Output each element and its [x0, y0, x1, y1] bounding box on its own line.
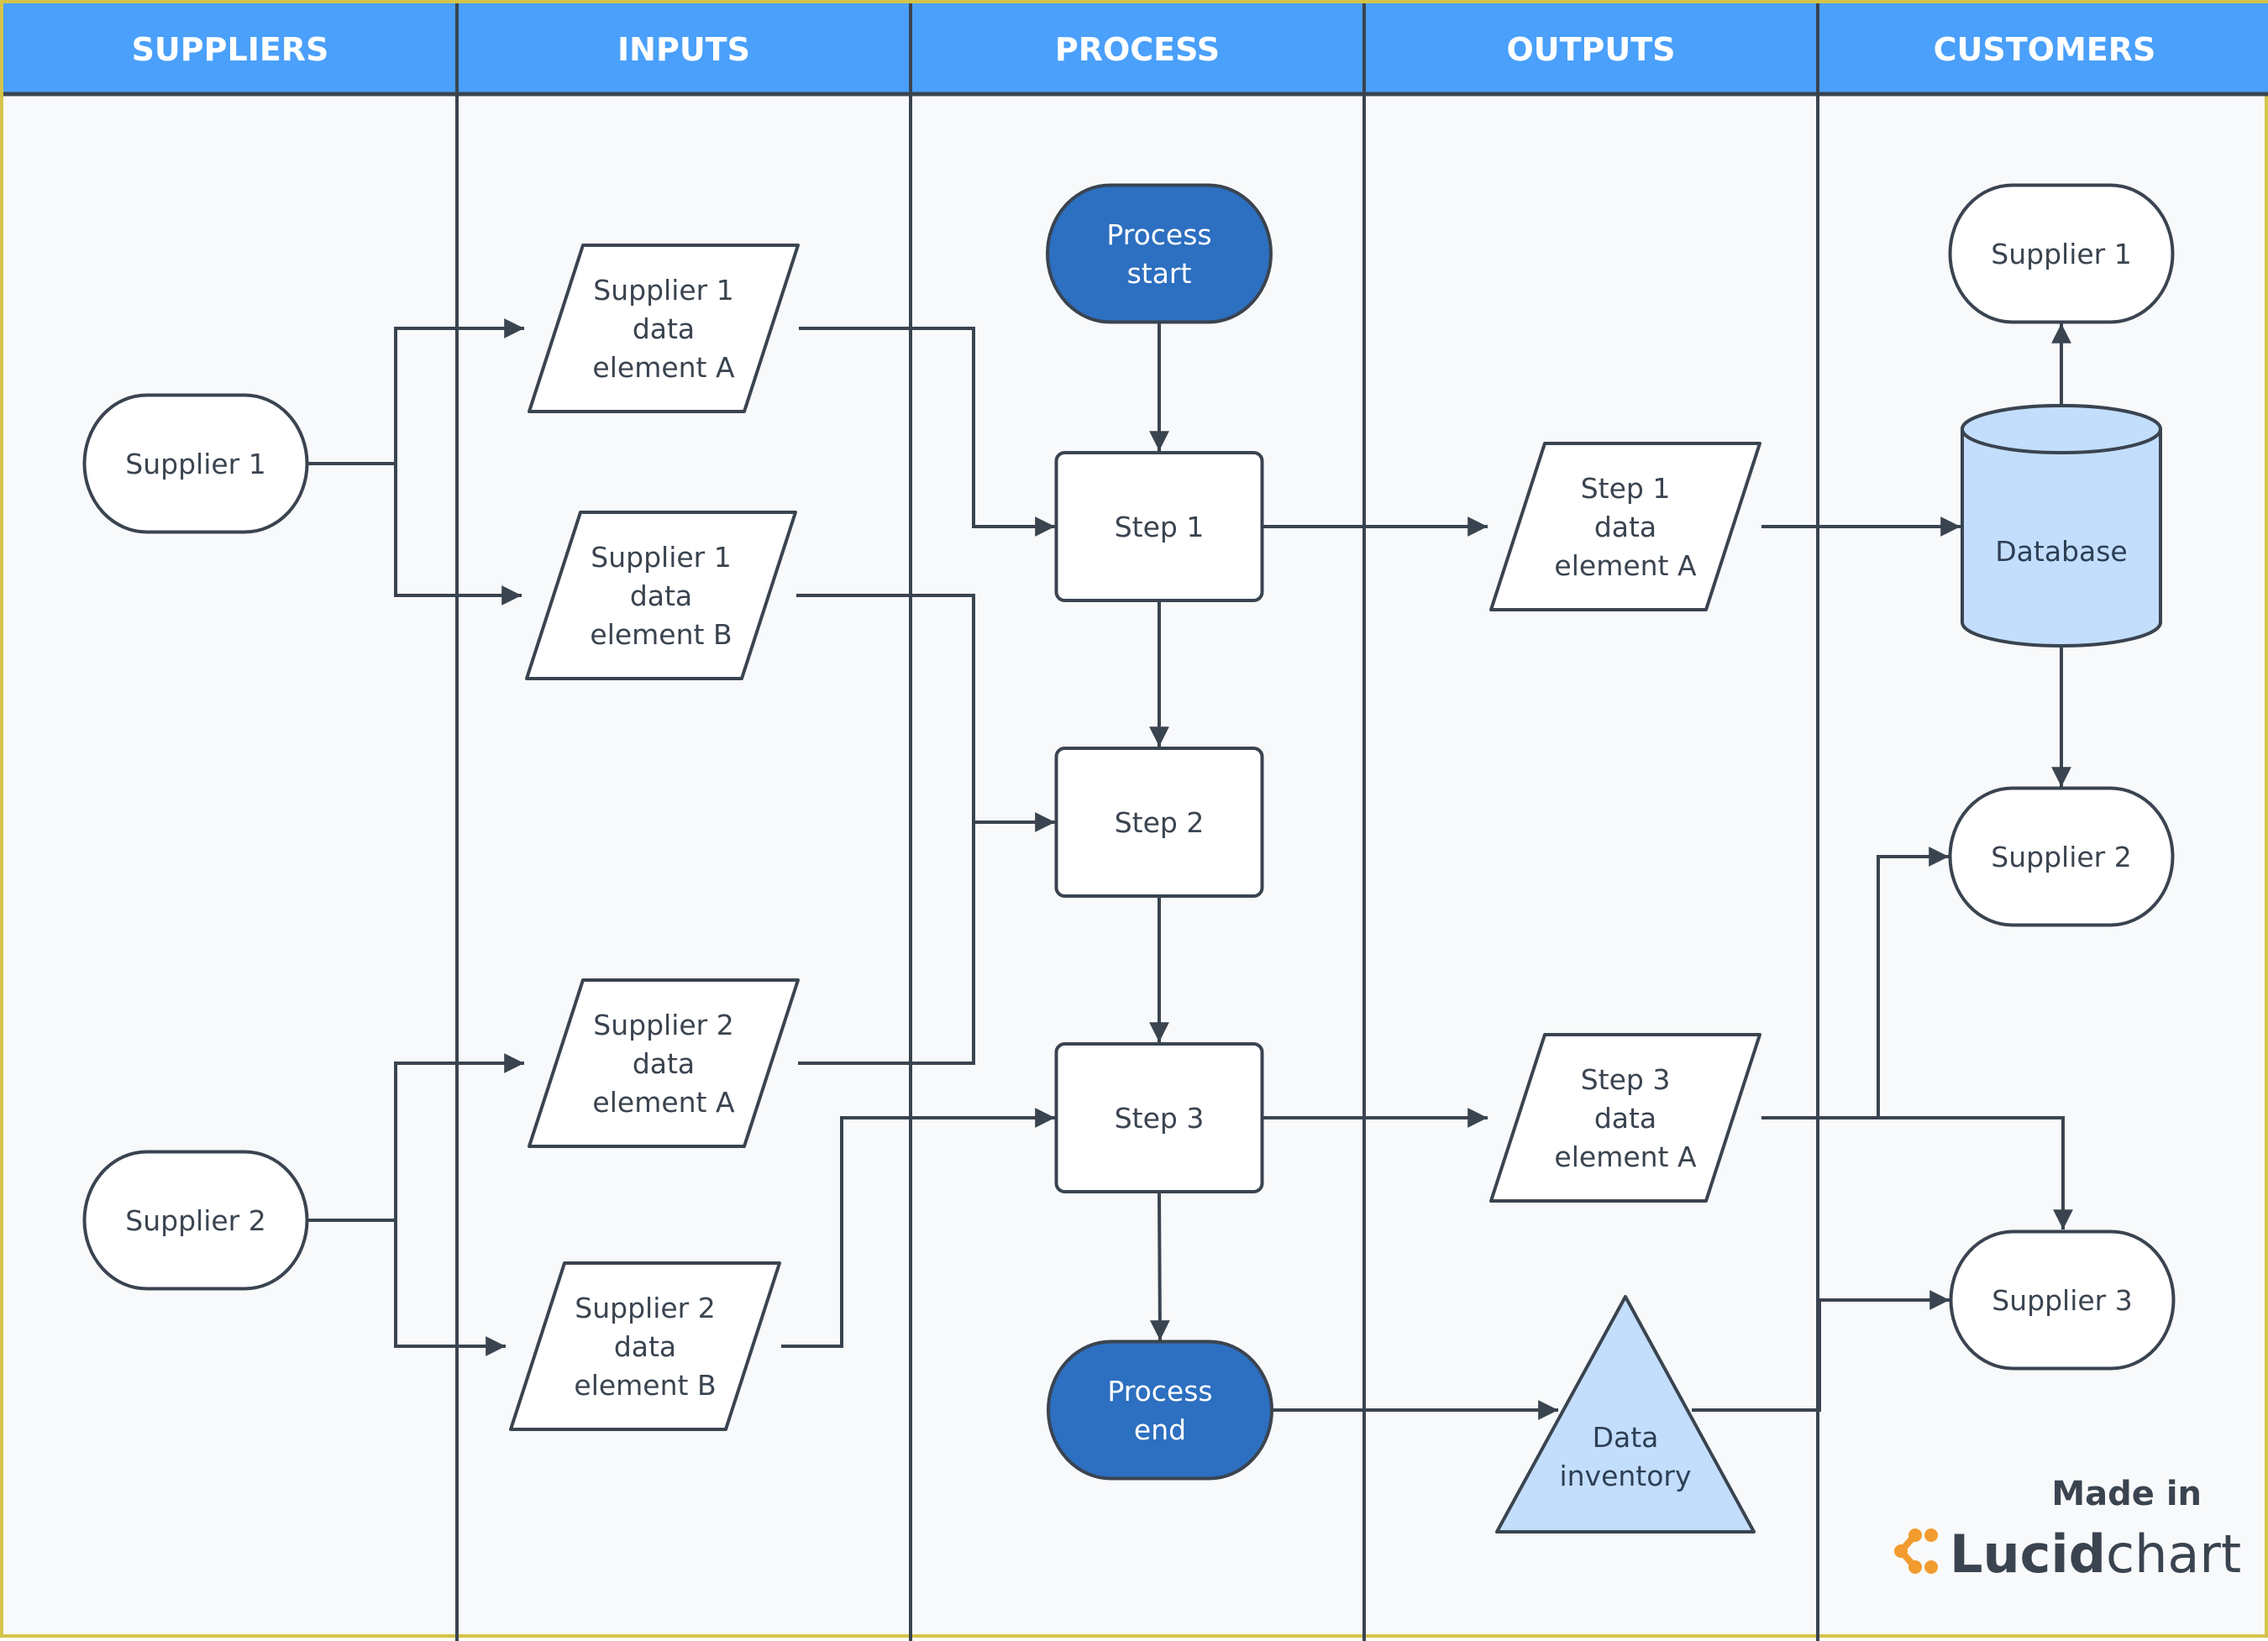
inventory-triangle-shape — [1495, 1295, 1756, 1534]
node-label: Step 1 — [1115, 511, 1205, 543]
node-cust3[interactable]: Supplier 3 — [1949, 1229, 2176, 1371]
node-step1[interactable]: Step 1 — [1054, 451, 1264, 602]
connector-arrow — [799, 327, 1056, 537]
node-pstart[interactable]: Process start — [1046, 183, 1273, 324]
node-label: inventory — [1559, 1460, 1691, 1492]
node-label: Process — [1107, 1375, 1212, 1408]
made-in-label: Made in — [2051, 1475, 2202, 1513]
connector-arrow — [1878, 1116, 2073, 1230]
node-label: Data — [1593, 1421, 1659, 1454]
cylinder-top — [1961, 404, 2162, 454]
node-label: element A — [592, 1086, 735, 1119]
connector-arrow — [798, 822, 975, 1065]
node-label: element A — [1554, 549, 1697, 582]
node-in2a[interactable]: Supplier 2 data element A — [528, 978, 800, 1148]
node-sup1[interactable]: Supplier 1 — [82, 393, 309, 534]
node-label: Supplier 2 — [1991, 841, 2131, 873]
node-label: Supplier 2 — [593, 1009, 733, 1041]
node-in1b[interactable]: Supplier 1 data element B — [525, 511, 797, 680]
connector-arrow — [307, 1053, 525, 1222]
node-label: element A — [592, 351, 735, 384]
node-in1a[interactable]: Supplier 1 data element A — [528, 244, 800, 413]
connector-arrow — [796, 594, 1056, 832]
lucidchart-branding: Made in Lucidchart — [1894, 1475, 2241, 1585]
lane-header-suppliers: SUPPLIERS — [132, 31, 329, 68]
node-step3[interactable]: Step 3 — [1054, 1042, 1264, 1193]
node-label: Supplier 3 — [1992, 1284, 2132, 1317]
node-label: Database — [1995, 535, 2127, 568]
node-label: Supplier 1 — [591, 541, 731, 574]
node-cust1[interactable]: Supplier 1 — [1948, 183, 2175, 324]
lane-header-customers: CUSTOMERS — [1934, 31, 2156, 68]
terminal-shape — [1047, 1340, 1273, 1481]
node-in2b[interactable]: Supplier 2 data element B — [509, 1261, 781, 1431]
node-inventory[interactable]: Data inventory — [1495, 1295, 1756, 1534]
connector-arrow — [307, 318, 525, 465]
node-out1[interactable]: Step 1 data element A — [1489, 442, 1761, 611]
node-label: data — [633, 312, 695, 345]
node-label: Step 3 — [1581, 1063, 1671, 1096]
node-label: Step 3 — [1115, 1102, 1205, 1135]
connector-arrow — [1692, 1290, 1950, 1412]
lane-header-process: PROCESS — [1055, 31, 1220, 68]
lucidchart-logo-icon — [1894, 1528, 1938, 1574]
node-label: element B — [590, 618, 732, 651]
node-label: data — [1594, 511, 1656, 543]
terminal-shape — [1046, 183, 1273, 324]
connector-arrow — [1761, 847, 1950, 1119]
connector-arrow — [394, 1220, 507, 1356]
node-label: data — [1594, 1102, 1656, 1135]
diagram-canvas: SUPPLIERS INPUTS PROCESS OUTPUTS CUSTOMERS S… — [0, 0, 2268, 1641]
nodes: Supplier 1 Supplier 2 Supplier 1 data elemen… — [82, 183, 2176, 1534]
node-label: Supplier 2 — [575, 1292, 715, 1324]
node-label: element A — [1554, 1140, 1697, 1173]
node-label: Supplier 1 — [1991, 238, 2131, 270]
node-out3[interactable]: Step 3 data element A — [1489, 1033, 1761, 1203]
node-pend[interactable]: Process end — [1047, 1340, 1273, 1481]
node-label: data — [633, 1047, 695, 1080]
node-label: Process — [1106, 218, 1211, 251]
connector-arrow — [1149, 1192, 1170, 1341]
lane-header-inputs: INPUTS — [617, 31, 750, 68]
node-label: element B — [574, 1369, 716, 1402]
node-database[interactable]: Database — [1961, 404, 2162, 647]
node-label: start — [1127, 257, 1192, 290]
node-sup2[interactable]: Supplier 2 — [82, 1150, 309, 1291]
sipoc-diagram: SUPPLIERS INPUTS PROCESS OUTPUTS CUSTOMERS S… — [3, 3, 2268, 1641]
node-label: Supplier 2 — [125, 1204, 265, 1237]
node-label: Supplier 1 — [593, 274, 733, 307]
node-step2[interactable]: Step 2 — [1054, 747, 1264, 898]
node-label: data — [614, 1330, 676, 1363]
node-label: Step 2 — [1115, 806, 1205, 839]
connector-arrow — [781, 1108, 1056, 1348]
lane-header-outputs: OUTPUTS — [1506, 31, 1675, 68]
node-label: data — [630, 579, 692, 612]
lucidchart-wordmark: Lucidchart — [1950, 1523, 2241, 1585]
node-label: Supplier 1 — [125, 448, 265, 480]
node-label: Step 1 — [1581, 472, 1671, 505]
node-label: end — [1134, 1413, 1186, 1446]
node-cust2[interactable]: Supplier 2 — [1948, 786, 2175, 927]
